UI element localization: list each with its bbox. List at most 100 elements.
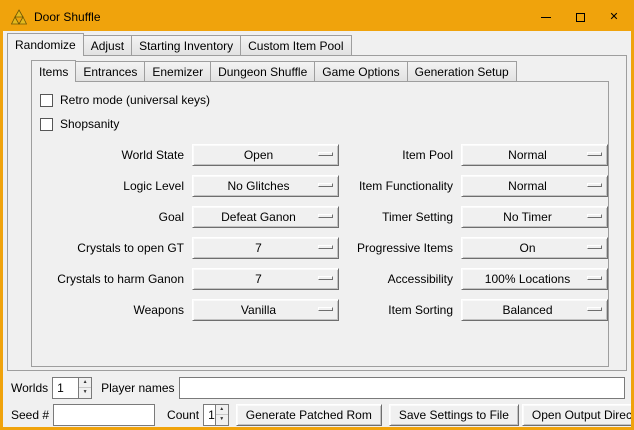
goal-value: Defeat Ganon	[193, 207, 324, 227]
item-sorting-value: Balanced	[462, 300, 593, 320]
count-value: 1	[204, 405, 215, 425]
dropdown-indicator-icon	[318, 307, 333, 311]
timer-setting-dropdown[interactable]: No Timer	[461, 206, 608, 228]
option-row: Logic Level No Glitches Item Functionali…	[38, 170, 608, 201]
spin-up-icon[interactable]: ▲	[79, 378, 91, 389]
crystals-harm-ganon-dropdown[interactable]: 7	[192, 268, 339, 290]
settings-tab-bar: Items Entrances Enemizer Dungeon Shuffle…	[31, 60, 626, 81]
items-pane: Retro mode (universal keys) Shopsanity W…	[31, 81, 609, 367]
close-icon: ✕	[609, 12, 618, 23]
dropdown-indicator-icon	[587, 214, 602, 218]
generate-rom-button[interactable]: Generate Patched Rom	[236, 404, 382, 426]
tab-generation-setup[interactable]: Generation Setup	[407, 61, 517, 81]
seed-input[interactable]	[53, 404, 155, 426]
progressive-items-value: On	[462, 238, 593, 258]
goal-label: Goal	[38, 210, 192, 224]
tab-starting-inventory[interactable]: Starting Inventory	[131, 35, 241, 55]
worlds-label: Worlds	[11, 381, 48, 395]
item-sorting-label: Item Sorting	[339, 303, 461, 317]
worlds-row: Worlds 1 ▲ ▼ Player names	[11, 374, 626, 401]
dropdown-indicator-icon	[318, 152, 333, 156]
window-controls: ✕	[529, 3, 631, 31]
title-bar[interactable]: Door Shuffle ✕	[3, 3, 631, 31]
item-functionality-value: Normal	[462, 176, 593, 196]
dropdown-indicator-icon	[587, 276, 602, 280]
seed-label: Seed #	[11, 408, 49, 422]
option-row: Crystals to harm Ganon 7 Accessibility 1…	[38, 263, 608, 294]
progressive-items-dropdown[interactable]: On	[461, 237, 608, 259]
checkbox-icon[interactable]	[40, 118, 53, 131]
spin-down-icon[interactable]: ▼	[79, 388, 91, 398]
count-spinner[interactable]: 1 ▲ ▼	[203, 404, 229, 426]
tab-enemizer[interactable]: Enemizer	[144, 61, 211, 81]
retro-mode-label: Retro mode (universal keys)	[60, 93, 210, 107]
retro-mode-checkbox[interactable]: Retro mode (universal keys)	[38, 88, 608, 112]
worlds-spinner[interactable]: 1 ▲ ▼	[52, 377, 92, 399]
goal-dropdown[interactable]: Defeat Ganon	[192, 206, 339, 228]
dropdown-indicator-icon	[318, 214, 333, 218]
open-output-button[interactable]: Open Output Directory	[522, 404, 634, 426]
progressive-items-label: Progressive Items	[339, 241, 461, 255]
timer-setting-value: No Timer	[462, 207, 593, 227]
tab-entrances[interactable]: Entrances	[75, 61, 145, 81]
crystals-harm-ganon-value: 7	[193, 269, 324, 289]
app-icon	[11, 9, 27, 25]
tab-randomize[interactable]: Randomize	[7, 33, 84, 56]
item-sorting-dropdown[interactable]: Balanced	[461, 299, 608, 321]
tab-game-options[interactable]: Game Options	[314, 61, 407, 81]
world-state-dropdown[interactable]: Open	[192, 144, 339, 166]
maximize-button[interactable]	[563, 3, 597, 31]
player-names-input[interactable]	[179, 377, 626, 399]
minimize-icon	[541, 17, 551, 18]
dropdown-indicator-icon	[587, 183, 602, 187]
checkbox-icon[interactable]	[40, 94, 53, 107]
tab-dungeon-shuffle[interactable]: Dungeon Shuffle	[210, 61, 315, 81]
window-title: Door Shuffle	[34, 10, 101, 24]
world-state-value: Open	[193, 145, 324, 165]
world-state-label: World State	[38, 148, 192, 162]
accessibility-dropdown[interactable]: 100% Locations	[461, 268, 608, 290]
shopsanity-checkbox[interactable]: Shopsanity	[38, 112, 608, 136]
spinner-arrows: ▲ ▼	[78, 378, 91, 398]
item-functionality-dropdown[interactable]: Normal	[461, 175, 608, 197]
weapons-dropdown[interactable]: Vanilla	[192, 299, 339, 321]
close-button[interactable]: ✕	[597, 3, 631, 31]
tab-adjust[interactable]: Adjust	[83, 35, 132, 55]
logic-level-dropdown[interactable]: No Glitches	[192, 175, 339, 197]
crystals-open-gt-dropdown[interactable]: 7	[192, 237, 339, 259]
dropdown-indicator-icon	[318, 245, 333, 249]
weapons-value: Vanilla	[193, 300, 324, 320]
dropdown-indicator-icon	[318, 276, 333, 280]
save-settings-button[interactable]: Save Settings to File	[389, 404, 519, 426]
dropdown-indicator-icon	[587, 307, 602, 311]
item-pool-label: Item Pool	[339, 148, 461, 162]
spin-up-icon[interactable]: ▲	[216, 405, 228, 416]
bottom-controls: Worlds 1 ▲ ▼ Player names Seed # Count 1	[3, 371, 631, 428]
logic-level-value: No Glitches	[193, 176, 324, 196]
option-row: Goal Defeat Ganon Timer Setting No Timer	[38, 201, 608, 232]
option-rows: World State Open Item Pool Normal	[38, 139, 608, 325]
minimize-button[interactable]	[529, 3, 563, 31]
tab-items[interactable]: Items	[31, 60, 76, 82]
dropdown-indicator-icon	[587, 152, 602, 156]
item-pool-value: Normal	[462, 145, 593, 165]
timer-setting-label: Timer Setting	[339, 210, 461, 224]
crystals-harm-ganon-label: Crystals to harm Ganon	[38, 272, 192, 286]
shopsanity-label: Shopsanity	[60, 117, 119, 131]
weapons-label: Weapons	[38, 303, 192, 317]
accessibility-label: Accessibility	[339, 272, 461, 286]
option-row: World State Open Item Pool Normal	[38, 139, 608, 170]
option-row: Crystals to open GT 7 Progressive Items …	[38, 232, 608, 263]
seed-row: Seed # Count 1 ▲ ▼ Generate Patched Rom …	[11, 401, 626, 428]
settings-notebook: Items Entrances Enemizer Dungeon Shuffle…	[8, 56, 626, 367]
spin-down-icon[interactable]: ▼	[216, 415, 228, 425]
dropdown-indicator-icon	[587, 245, 602, 249]
worlds-value: 1	[53, 378, 78, 398]
tab-custom-item-pool[interactable]: Custom Item Pool	[240, 35, 351, 55]
maximize-icon	[576, 13, 585, 22]
spinner-arrows: ▲ ▼	[215, 405, 228, 425]
item-pool-dropdown[interactable]: Normal	[461, 144, 608, 166]
crystals-open-gt-label: Crystals to open GT	[38, 241, 192, 255]
accessibility-value: 100% Locations	[462, 269, 593, 289]
crystals-open-gt-value: 7	[193, 238, 324, 258]
